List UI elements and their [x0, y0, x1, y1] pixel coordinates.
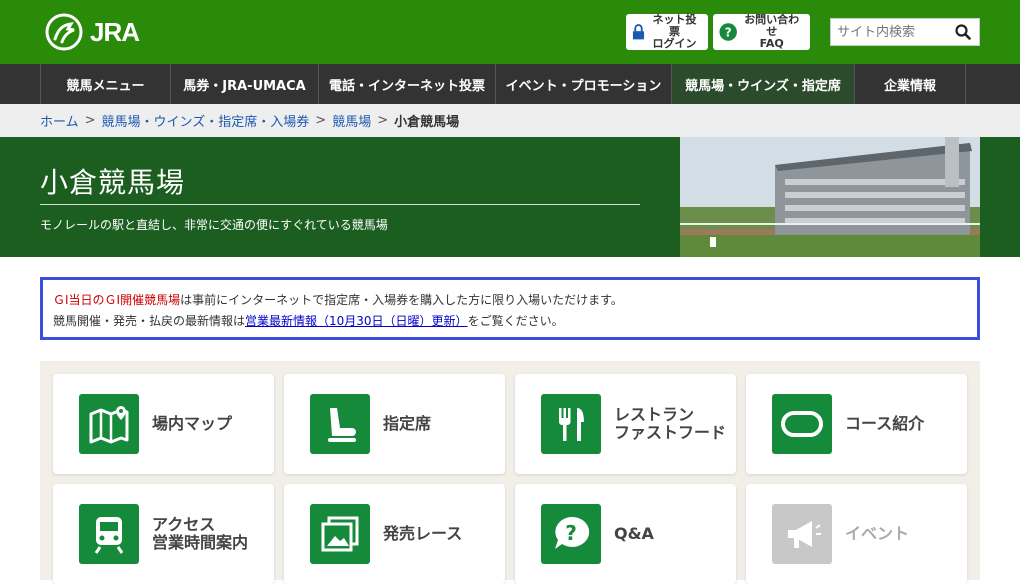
restaurant-icon [541, 394, 601, 454]
nav-item-racecourses[interactable]: 競馬場・ウインズ・指定席 [671, 64, 854, 104]
net-vote-login-button[interactable]: ネット投票 ログイン [626, 14, 708, 50]
breadcrumb-separator: > [84, 113, 96, 128]
map-icon [79, 394, 139, 454]
tile-events[interactable]: イベント [746, 484, 967, 584]
nav-item-baken[interactable]: 馬券・JRA-UMACA [170, 64, 318, 104]
nav-item-tel-net-vote[interactable]: 電話・インターネット投票 [318, 64, 495, 104]
tile-label: 指定席 [383, 414, 432, 433]
login-button-line1: ネット投票 [652, 13, 697, 38]
tile-map[interactable]: 場内マップ [53, 374, 274, 474]
course-icon [772, 394, 832, 454]
notice-info-prefix: 競馬開催・発売・払戻の最新情報は [53, 314, 246, 328]
site-search [830, 18, 980, 46]
breadcrumb: ホーム > 競馬場・ウインズ・指定席・入場券 > 競馬場 > 小倉競馬場 [0, 104, 1020, 137]
page-title: 小倉競馬場 [40, 166, 186, 199]
search-input[interactable] [831, 19, 955, 45]
tile-reserved-seats[interactable]: 指定席 [284, 374, 505, 474]
svg-text:?: ? [725, 26, 732, 40]
tile-label: 場内マップ [152, 414, 233, 433]
search-icon[interactable] [955, 24, 971, 40]
lock-icon [632, 24, 645, 40]
menu-tile-grid: 場内マップ 指定席 レストラン ファストフード コース紹介 アクセス 営業時間案… [40, 361, 980, 584]
breadcrumb-racecourse[interactable]: 競馬場 [332, 111, 371, 130]
global-nav: 競馬メニュー 馬券・JRA-UMACA 電話・インターネット投票 イベント・プロ… [0, 64, 1020, 104]
notice-info-suffix: をご覧ください。 [467, 314, 564, 328]
page-subtitle: モノレールの駅と直結し、非常に交通の便にすぐれている競馬場 [40, 218, 388, 232]
breadcrumb-separator: > [315, 113, 327, 128]
tile-label: アクセス 営業時間案内 [152, 515, 249, 552]
breadcrumb-separator: > [377, 113, 389, 128]
notice-entry-text: は事前にインターネットで指定席・入場券を購入した方に限り入場いただけます。 [180, 293, 623, 307]
tile-label: Q&A [614, 524, 654, 543]
login-button-line2: ログイン [652, 37, 697, 50]
notice-line-2: 競馬開催・発売・払戻の最新情報は営業最新情報（10月30日（日曜）更新）をご覧く… [53, 311, 967, 332]
nav-item-corporate[interactable]: 企業情報 [854, 64, 966, 104]
nav-item-events[interactable]: イベント・プロモーション [495, 64, 671, 104]
tile-label: 発売レース [383, 524, 463, 543]
notice-line-1: ＧⅠ当日のＧⅠ開催競馬場は事前にインターネットで指定席・入場券を購入した方に限り… [53, 290, 967, 311]
tile-access[interactable]: アクセス 営業時間案内 [53, 484, 274, 584]
grandstand-photo [680, 137, 980, 257]
tile-qa[interactable]: ? Q&A [515, 484, 736, 584]
breadcrumb-current: 小倉競馬場 [394, 115, 460, 130]
faq-button[interactable]: ? お問い合わせ FAQ [713, 14, 810, 50]
horse-logo-icon [45, 13, 83, 51]
jra-logo[interactable]: JRA [44, 12, 140, 52]
question-circle-icon: ? [719, 23, 737, 41]
breadcrumb-home[interactable]: ホーム [40, 111, 79, 130]
notice-box: ＧⅠ当日のＧⅠ開催競馬場は事前にインターネットで指定席・入場券を購入した方に限り… [40, 277, 980, 340]
notice-gi-venue-text: ＧⅠ当日のＧⅠ開催競馬場 [53, 293, 181, 307]
seat-icon [310, 394, 370, 454]
logo-text: JRA [90, 16, 140, 47]
tile-label: レストラン ファストフード [614, 405, 727, 442]
latest-business-info-link[interactable]: 営業最新情報（10月30日（日曜）更新） [245, 314, 468, 328]
faq-button-line1: お問い合わせ [744, 13, 800, 38]
tile-course[interactable]: コース紹介 [746, 374, 967, 474]
race-photo-icon [310, 504, 370, 564]
title-divider [40, 204, 640, 205]
tile-restaurant[interactable]: レストラン ファストフード [515, 374, 736, 474]
question-icon: ? [541, 504, 601, 564]
site-header: JRA ネット投票 ログイン ? お問い合わせ FAQ [0, 0, 1020, 64]
train-icon [79, 504, 139, 564]
tile-races[interactable]: 発売レース [284, 484, 505, 584]
page-hero: 小倉競馬場 モノレールの駅と直結し、非常に交通の便にすぐれている競馬場 [0, 137, 1020, 257]
faq-button-line2: FAQ [759, 37, 784, 50]
tile-label: イベント [845, 524, 910, 543]
tile-label: コース紹介 [845, 414, 925, 433]
nav-item-keiba-menu[interactable]: 競馬メニュー [40, 64, 170, 104]
breadcrumb-racecourses-seats[interactable]: 競馬場・ウインズ・指定席・入場券 [102, 111, 310, 130]
svg-text:?: ? [565, 521, 577, 545]
megaphone-icon [772, 504, 832, 564]
